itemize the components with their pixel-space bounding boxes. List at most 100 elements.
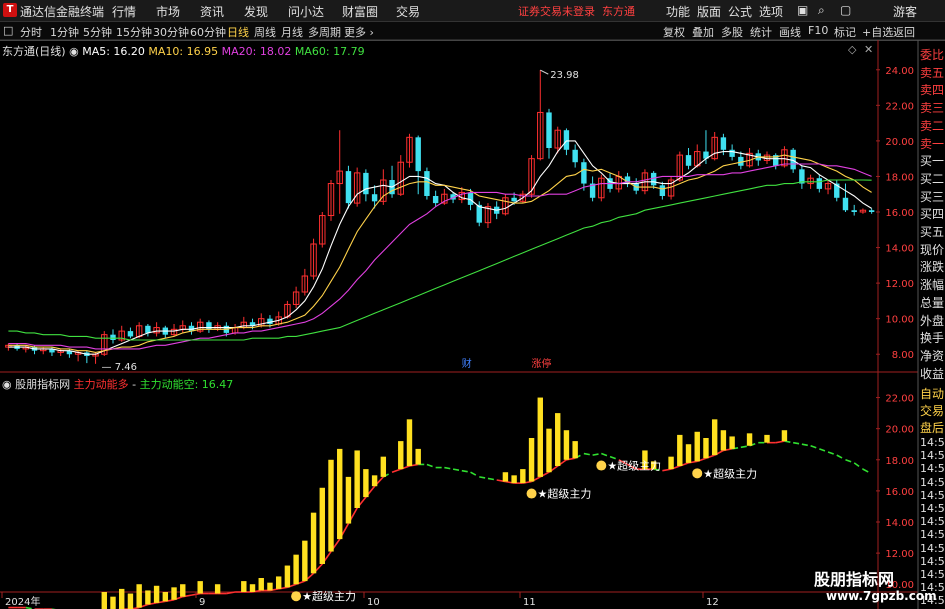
candle-body — [145, 325, 151, 333]
indicator-bar — [119, 588, 125, 609]
candle-body — [816, 178, 823, 189]
quote-field-11: 现价 — [920, 242, 945, 257]
signal-label: ★超级主力 — [607, 459, 661, 473]
trade-mode-1[interactable]: 交易 — [920, 402, 944, 419]
candle-body — [729, 149, 735, 157]
price-axis-label: 12.00 — [885, 279, 914, 290]
indicator-axis-label: 16.00 — [885, 487, 914, 498]
indicator-line-segment — [810, 445, 820, 450]
indicator-bar — [101, 592, 107, 609]
price-axis-label: 20.00 — [885, 137, 914, 148]
indicator-axis-label: 12.00 — [885, 549, 914, 560]
candle-body — [110, 334, 116, 340]
quote-field-17: 净资 — [920, 348, 945, 363]
tick-time: 14:56 — [920, 449, 945, 463]
indicator-line-segment — [775, 440, 785, 444]
indicator-line-segment — [479, 476, 489, 480]
indicator-bar — [511, 475, 517, 484]
indicator-line-segment — [487, 477, 497, 481]
candle-body — [511, 197, 517, 202]
watermark-title: 股朋指标网 — [814, 570, 895, 589]
indicator-line-segment — [601, 452, 611, 458]
indicator-line-segment — [853, 462, 864, 470]
indicator-line-segment — [740, 444, 750, 449]
indicator-bar — [284, 565, 291, 588]
candle-body — [415, 137, 421, 172]
indicator-line-segment — [662, 468, 672, 472]
candle-body — [685, 155, 692, 166]
indicator-bar — [398, 441, 404, 470]
low-price-label: — 7.46 — [102, 362, 137, 373]
candle-body — [127, 331, 134, 337]
indicator-bar — [127, 593, 134, 609]
price-axis-label: 8.00 — [892, 350, 914, 361]
indicator-bar — [572, 441, 578, 459]
signal-coin-icon — [596, 460, 607, 471]
indicator-axis-label: 14.00 — [885, 518, 914, 529]
tick-time: 14:56 — [920, 502, 945, 515]
indicator-bar — [677, 434, 683, 466]
indicator-bar — [555, 413, 561, 466]
indicator-line-segment — [426, 463, 436, 469]
indicator-bar — [380, 456, 387, 477]
signal-coin-icon — [526, 488, 537, 499]
date-axis-label: 10 — [367, 597, 380, 608]
kline-chart[interactable]: 24.00 22.00 20.00 18.00 16.00 14.00 12.00 10.00… — [0, 0, 945, 609]
quote-field-7: 买二 — [920, 171, 945, 186]
indicator-line-segment — [836, 454, 846, 461]
indicator-line-segment — [444, 466, 454, 470]
indicator-bar — [319, 487, 325, 564]
indicator-bar — [363, 469, 369, 498]
indicator-line-segment — [452, 468, 462, 472]
indicator-line-segment — [862, 468, 873, 475]
indicator-bar — [310, 512, 317, 574]
candle-body — [432, 196, 439, 204]
indicator-line-segment — [592, 452, 602, 456]
tick-time: 14:56 — [920, 462, 945, 476]
indicator-bar — [764, 434, 770, 443]
price-axis-label: 14.00 — [885, 244, 914, 255]
signal-coin-icon — [692, 468, 703, 479]
price-axis-label: 22.00 — [885, 101, 914, 112]
trade-mode-0[interactable]: 自动 — [920, 385, 944, 402]
price-axis-label: 18.00 — [885, 172, 914, 183]
tick-time: 14:56 — [920, 568, 945, 581]
candle-body — [345, 171, 352, 204]
candle-body — [572, 149, 578, 163]
indicator-bar — [302, 540, 308, 582]
quote-field-13: 涨幅 — [920, 278, 945, 293]
indicator-bar — [703, 438, 709, 459]
indicator-bar — [406, 419, 413, 466]
indicator-bar — [502, 472, 509, 482]
candle-body — [371, 194, 378, 202]
indicator-bar — [781, 430, 788, 442]
tick-time: 14:56 — [920, 554, 945, 568]
high-price-label: 23.98 — [550, 70, 579, 81]
candle-body — [851, 210, 857, 212]
indicator-bar — [171, 587, 177, 600]
high-pointer — [540, 69, 549, 75]
tick-time: 14:56 — [920, 528, 945, 542]
indicator-line-segment — [470, 471, 480, 478]
date-axis-label: 9 — [199, 597, 205, 608]
indicator-bar — [354, 450, 360, 508]
tick-time: 14:56 — [920, 541, 945, 555]
indicator-bar — [153, 585, 160, 603]
quote-field-12: 涨跌 — [920, 260, 945, 275]
indicator-bar — [180, 584, 186, 597]
indicator-bar — [214, 584, 221, 594]
indicator-axis-label: 22.00 — [885, 394, 914, 405]
indicator-line-segment — [819, 448, 829, 453]
indicator-bar — [337, 448, 343, 540]
indicator-bar — [162, 592, 169, 602]
indicator-bar — [563, 430, 570, 460]
date-axis-label: 12 — [706, 597, 719, 608]
indicator-bar — [520, 469, 526, 484]
trade-mode-2[interactable]: 盘后 — [920, 419, 944, 436]
signal-label: ★超级主力 — [538, 487, 592, 501]
watermark-url: www.7gpzb.com — [826, 589, 937, 603]
candle-body — [659, 185, 666, 196]
indicator-bar — [415, 448, 421, 465]
indicator-bar — [249, 584, 256, 592]
indicator-bar — [720, 430, 727, 451]
